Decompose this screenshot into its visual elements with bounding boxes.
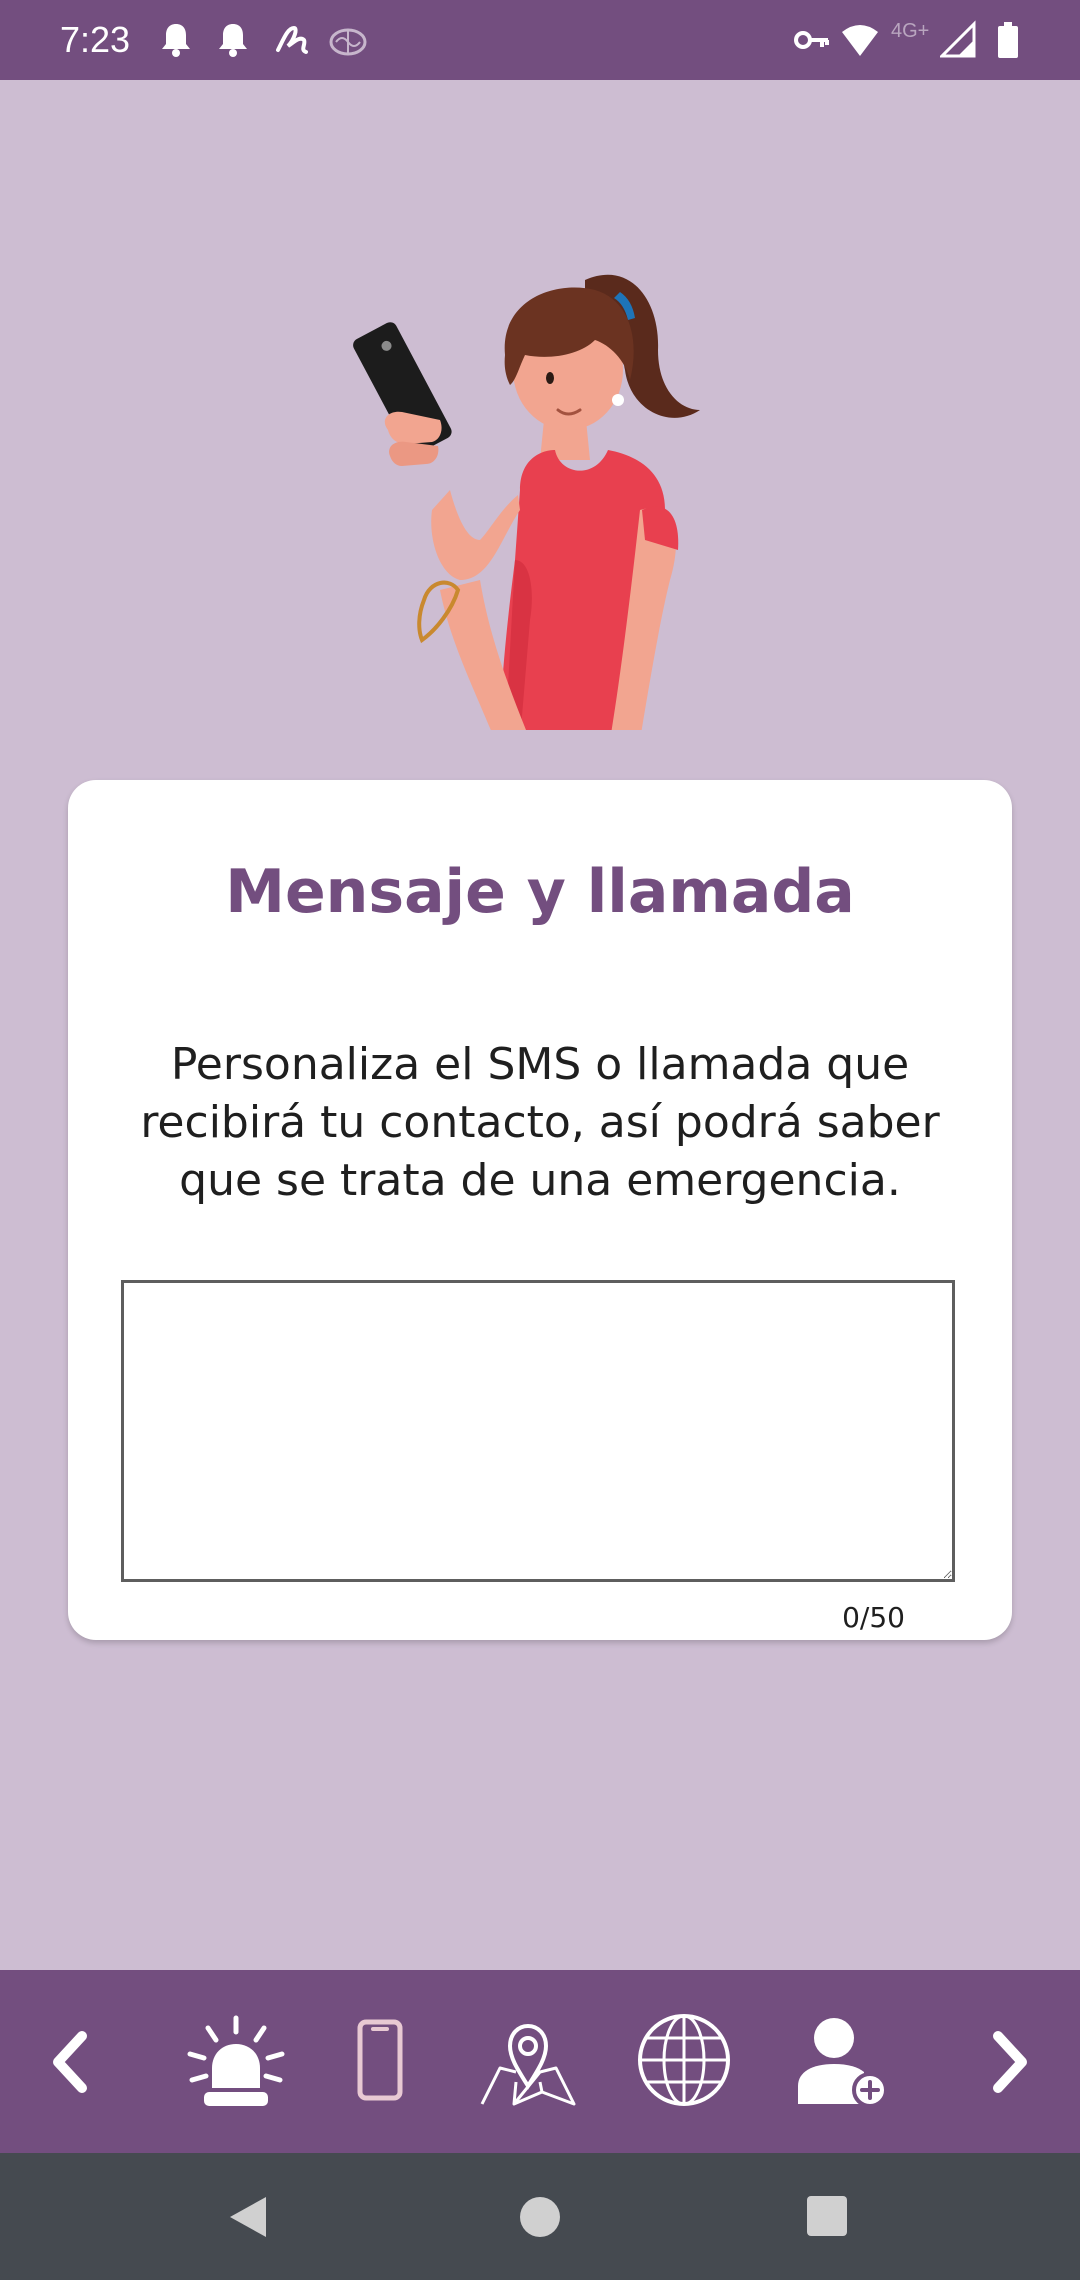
nav-home-icon[interactable] xyxy=(518,2195,562,2239)
globe-icon[interactable] xyxy=(636,2012,732,2108)
battery-icon xyxy=(998,22,1018,58)
woman-with-phone-illustration xyxy=(353,274,700,730)
add-contact-icon[interactable] xyxy=(796,2014,890,2110)
alarm-siren-icon[interactable] xyxy=(186,2014,286,2110)
brain-icon xyxy=(329,28,367,56)
network-type: 4G+ xyxy=(891,20,930,42)
forward-arrow-icon[interactable] xyxy=(986,2030,1034,2094)
bell-icon xyxy=(219,24,247,57)
wifi-icon xyxy=(842,25,878,56)
bell-icon xyxy=(162,24,190,57)
signature-icon xyxy=(276,25,308,54)
message-input[interactable] xyxy=(121,1280,955,1582)
card-description: Personaliza el SMS o llamada que recibir… xyxy=(140,1039,940,1206)
smartphone-icon[interactable] xyxy=(356,2018,404,2102)
nav-recents-icon[interactable] xyxy=(806,2195,848,2237)
card-title: Mensaje y llamada xyxy=(225,857,855,927)
status-bar: 7:23 4G+ xyxy=(0,0,1080,80)
character-counter: 0/50 xyxy=(842,1601,905,1634)
nav-back-icon[interactable] xyxy=(226,2193,270,2241)
map-pin-icon[interactable] xyxy=(478,2012,578,2108)
status-time: 7:23 xyxy=(60,19,131,60)
signal-icon xyxy=(940,20,976,58)
bottom-toolbar xyxy=(0,1970,1080,2153)
vpn-key-icon xyxy=(794,31,829,49)
back-arrow-icon[interactable] xyxy=(46,2030,94,2094)
navigation-bar xyxy=(0,2153,1080,2280)
